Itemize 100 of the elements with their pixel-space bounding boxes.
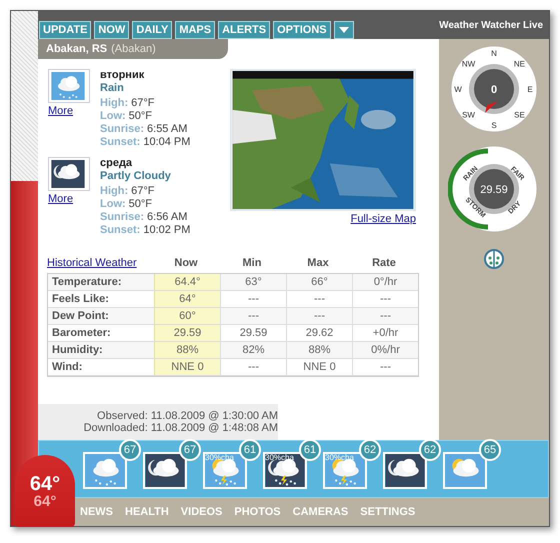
ladybug-icon[interactable] — [483, 247, 505, 269]
table-cell: --- — [352, 291, 418, 307]
table-cell: --- — [220, 359, 286, 375]
table-cell: --- — [352, 308, 418, 324]
moon-storm-icon — [263, 452, 307, 490]
historical-weather-link[interactable]: Historical Weather — [47, 254, 153, 271]
row-label: Barometer: — [51, 326, 112, 341]
nav-link[interactable]: HEALTH — [125, 504, 169, 520]
field-value: 50°F — [128, 198, 152, 211]
app-title: Weather Watcher Live — [439, 18, 544, 32]
forecast-day[interactable]: 65 — [443, 439, 501, 493]
nav-link[interactable]: VIDEOS — [180, 504, 222, 520]
tab[interactable]: OPTIONS — [273, 21, 331, 39]
field-label: High: — [100, 185, 128, 198]
table-cell: --- — [286, 291, 352, 307]
table-cell: 64.4° — [154, 274, 220, 290]
tab[interactable]: MAPS — [175, 21, 216, 39]
table-cell: 29.62 — [286, 325, 352, 341]
column-header: Rate — [371, 256, 397, 270]
table-cell: --- — [220, 291, 286, 307]
compass-label: SE — [514, 110, 525, 120]
compass-label: NW — [462, 60, 476, 69]
location-name: Abakan, RS — [46, 42, 108, 57]
column-header: Min — [242, 256, 262, 270]
field-label: Sunrise: — [100, 211, 144, 224]
current-temperature: 64° — [30, 474, 60, 494]
tab[interactable]: UPDATE — [39, 21, 92, 39]
more-link[interactable]: More — [48, 191, 90, 208]
row-label: Wind: — [51, 360, 84, 375]
table-cell: 64° — [154, 291, 220, 307]
temperature-badge: 61 — [239, 439, 261, 461]
observed-time: Observed: 11.08.2009 @ 1:30:00 AM — [97, 410, 278, 422]
dropdown-button[interactable] — [334, 21, 354, 39]
table-cell: 29.59 — [154, 325, 220, 341]
forecast-day[interactable]: 62 — [383, 439, 441, 493]
compass-label: S — [491, 121, 497, 130]
temperature-badge: 62 — [419, 439, 441, 461]
field-value: 6:55 AM — [147, 123, 188, 136]
tab[interactable]: DAILY — [132, 21, 172, 39]
nav-link[interactable]: SETTINGS — [360, 504, 416, 520]
field-value: 10:04 PM — [143, 136, 190, 149]
table-cell: --- — [352, 359, 418, 375]
field-label: Sunset: — [100, 136, 140, 149]
location-detail: (Abakan) — [111, 42, 156, 57]
tab[interactable]: ALERTS — [218, 21, 270, 39]
precip-chance: 30%cha — [325, 454, 354, 462]
compass-label: W — [454, 85, 462, 94]
forecast-day[interactable]: 67 — [143, 439, 201, 493]
forecast-day[interactable]: 30%cha 61 — [203, 439, 261, 493]
table-cell: +0/hr — [352, 325, 418, 341]
moon-cloud-icon — [49, 158, 87, 190]
temperature-badge: 67 — [179, 439, 201, 461]
compass-label: SW — [462, 110, 475, 120]
table-cell: --- — [286, 308, 352, 324]
temperature-badge: 67 — [119, 439, 141, 461]
tab[interactable]: NOW — [94, 21, 130, 39]
column-header: Max — [306, 256, 330, 270]
temperature-badge: 62 — [359, 439, 381, 461]
storm-cloud-icon — [203, 452, 247, 490]
day-name: среда — [100, 157, 134, 170]
table-cell: NNE 0 — [154, 359, 220, 375]
table-cell: 66° — [286, 274, 352, 290]
day-name: вторник — [100, 69, 146, 82]
wind-speed: 0 — [490, 84, 498, 96]
rain-cloud-icon — [83, 452, 127, 490]
sun-cloud-icon — [443, 452, 487, 490]
field-value: 67°F — [131, 97, 154, 110]
pressure-reading: 29.59 — [480, 184, 508, 196]
field-label: Low: — [100, 110, 126, 123]
forecast-day[interactable]: 67 — [83, 439, 141, 493]
table-cell: 88% — [286, 342, 352, 358]
row-label: Temperature: — [51, 274, 122, 290]
table-cell: 60° — [154, 308, 220, 324]
table-cell: 0°/hr — [352, 274, 418, 290]
column-header: Now — [173, 256, 199, 270]
forecast-day[interactable]: 30%cha 61 — [263, 439, 321, 493]
temperature-badge: 61 — [299, 439, 321, 461]
full-size-map-link[interactable]: Full-size Map — [350, 211, 416, 228]
field-label: Low: — [100, 198, 126, 211]
table-cell: NNE 0 — [286, 359, 352, 375]
row-label: Humidity: — [51, 342, 104, 358]
nav-link[interactable]: NEWS — [80, 504, 113, 520]
nav-link[interactable]: PHOTOS — [234, 504, 281, 520]
field-label: High: — [100, 97, 128, 110]
rain-cloud-icon — [49, 70, 87, 102]
forecast-day[interactable]: 30%cha 62 — [323, 439, 381, 493]
table-cell: 88% — [154, 342, 220, 358]
field-label: Sunrise: — [100, 123, 144, 136]
downloaded-time: Downloaded: 11.08.2009 @ 1:48:08 AM — [84, 422, 278, 434]
more-link[interactable]: More — [48, 103, 90, 120]
temperature-badge: 65 — [479, 439, 501, 461]
compass-label: NE — [514, 60, 526, 69]
condition: Rain — [100, 82, 125, 95]
field-value: 6:56 AM — [147, 211, 188, 224]
precip-chance: 30%cha — [265, 454, 294, 462]
storm-cloud-icon — [323, 452, 367, 490]
table-cell: 63° — [220, 274, 286, 290]
direction-pointer — [485, 101, 498, 113]
nav-link[interactable]: CAMERAS — [292, 504, 348, 520]
field-value: 10:02 PM — [143, 224, 190, 237]
